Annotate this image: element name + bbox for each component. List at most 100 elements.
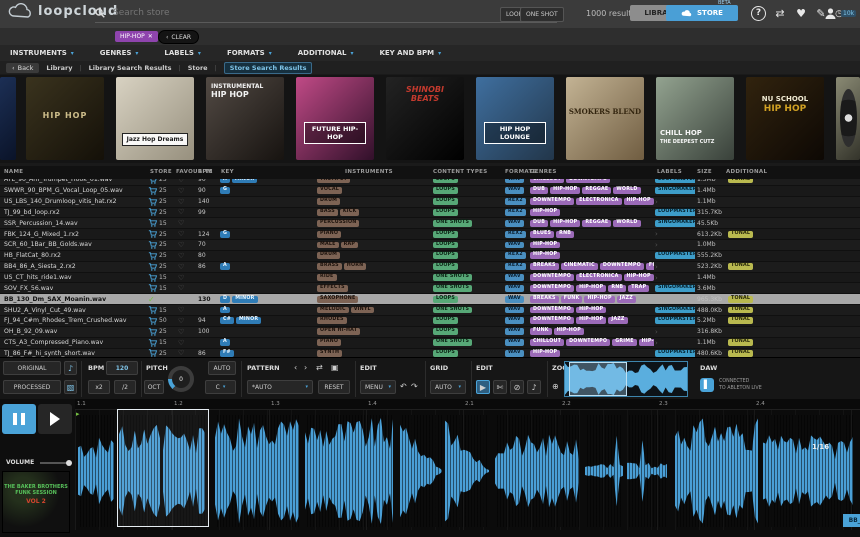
- pack-artwork[interactable]: [0, 77, 16, 160]
- breadcrumb-active[interactable]: Store Search Results: [224, 62, 313, 74]
- pack-artwork[interactable]: HIP HOP LOUNGE: [476, 77, 554, 160]
- store-cell[interactable]: 25: [148, 229, 178, 239]
- breadcrumb-item[interactable]: Store: [188, 64, 208, 72]
- overview-selection[interactable]: [569, 362, 627, 396]
- col-store[interactable]: STORE: [150, 169, 172, 175]
- pack-artwork[interactable]: SMOKERS BLEND: [566, 77, 644, 160]
- waveform-segment[interactable]: [675, 415, 758, 527]
- table-row[interactable]: FBK_124_G_Mixed_1.rx225♡124GPIANOLOOPSRE…: [0, 229, 860, 240]
- pack-artwork[interactable]: CHILL HOPTHE DEEPEST CUTZ: [656, 77, 734, 160]
- store-cell[interactable]: 15: [148, 273, 178, 283]
- expand-arrow-icon[interactable]: ›: [655, 230, 658, 238]
- favourite-heart-icon[interactable]: ♡: [178, 208, 192, 218]
- favourite-heart-icon[interactable]: ♡: [178, 179, 192, 185]
- breadcrumb-item[interactable]: Library Search Results: [89, 64, 172, 72]
- zoom-in-icon[interactable]: ⊕: [552, 382, 559, 391]
- col-instruments[interactable]: INSTRUMENTS: [345, 169, 393, 175]
- mute-tool-icon[interactable]: ⊘: [510, 380, 524, 394]
- pause-button[interactable]: [2, 404, 36, 434]
- pack-artwork[interactable]: SHINOBIBEATS: [386, 77, 464, 160]
- pitch-auto-button[interactable]: AUTO: [208, 361, 236, 375]
- store-cell[interactable]: 25: [148, 349, 178, 358]
- nav-item-additional[interactable]: ADDITIONAL▾: [298, 49, 354, 57]
- favourite-heart-icon[interactable]: ♡: [178, 316, 192, 326]
- table-row[interactable]: CTS_A3_Compressed_Piano.wav15♡APIANOONE …: [0, 338, 860, 349]
- volume-slider[interactable]: [40, 462, 70, 464]
- waveform-segment[interactable]: [627, 415, 667, 527]
- original-button[interactable]: ORIGINAL: [3, 361, 61, 375]
- table-row[interactable]: SCR_60_1Bar_BB_Golds.wav25♡70MALERAPLOOP…: [0, 240, 860, 251]
- favourite-heart-icon[interactable]: ♡: [178, 197, 192, 207]
- clear-filters-button[interactable]: ‹CLEAR: [158, 30, 199, 44]
- grid-select[interactable]: AUTO▾: [430, 380, 466, 394]
- store-cell[interactable]: 25: [148, 179, 178, 185]
- col-key[interactable]: KEY: [221, 169, 234, 175]
- col-additional[interactable]: ADDITIONAL: [726, 169, 767, 175]
- search-input[interactable]: [111, 7, 415, 19]
- nav-item-formats[interactable]: FORMATS▾: [227, 49, 272, 57]
- nav-item-key-and-bpm[interactable]: KEY AND BPM▾: [379, 49, 441, 57]
- favourite-heart-icon[interactable]: ♡: [178, 186, 192, 196]
- table-row[interactable]: SHU2_A_Vinyl_Cut_49.wav15♡AMELODICVINYLO…: [0, 305, 860, 316]
- table-row[interactable]: BB_130_Dm_SAX_Moanin.wav✓130DMINORSAXOPH…: [0, 294, 860, 305]
- col-bpm[interactable]: BPM: [198, 169, 213, 175]
- table-row[interactable]: SSR_Percussion_14.wav15♡PERCUSSIONONE SH…: [0, 218, 860, 229]
- processed-button[interactable]: PROCESSED: [3, 380, 61, 394]
- favourite-heart-icon[interactable]: ♡: [178, 327, 192, 337]
- table-row[interactable]: SOV_FX_56.wav15♡EFFECTSONE SHOTSWAVDOWNT…: [0, 283, 860, 294]
- octave-button[interactable]: OCT: [144, 380, 164, 394]
- one-shot-toggle-button[interactable]: ONE SHOT: [520, 7, 564, 22]
- favourite-heart-icon[interactable]: ♡: [178, 229, 192, 239]
- store-cell[interactable]: 15: [148, 218, 178, 228]
- edit-menu-select[interactable]: MENU▾: [360, 380, 396, 394]
- waveform-segment[interactable]: [78, 415, 114, 527]
- favourite-heart-icon[interactable]: ♡: [178, 240, 192, 250]
- col-genres[interactable]: GENRES: [530, 169, 557, 175]
- table-row[interactable]: SWWR_90_BPM_G_Vocal_Loop_05.wav25♡90GVOC…: [0, 186, 860, 197]
- scissors-tool-icon[interactable]: ✄: [493, 380, 507, 394]
- user-icon[interactable]: [824, 7, 837, 20]
- expand-arrow-icon[interactable]: ›: [655, 263, 658, 271]
- store-cell[interactable]: 50: [148, 316, 178, 326]
- col-name[interactable]: NAME: [4, 169, 23, 175]
- waveform-editor[interactable]: 1.11.21.31.42.12.22.32.4 ▸ 1/16 BB_130_D…: [75, 399, 860, 530]
- pattern-select[interactable]: *AUTO▾: [247, 380, 313, 394]
- table-row[interactable]: US_LBS_140_Drumloop_vitis_hat.rx225♡140D…: [0, 197, 860, 208]
- expand-arrow-icon[interactable]: ›: [655, 274, 658, 282]
- favourite-heart-icon[interactable]: ♡: [178, 218, 192, 228]
- back-button[interactable]: ‹Back: [6, 63, 39, 73]
- col-size[interactable]: SIZE: [697, 169, 712, 175]
- waveform-overview[interactable]: [564, 361, 688, 397]
- store-cell[interactable]: 25: [148, 251, 178, 261]
- bpm-div2-button[interactable]: /2: [114, 380, 136, 394]
- nav-item-instruments[interactable]: INSTRUMENTS▾: [10, 49, 74, 57]
- bpm-x2-button[interactable]: x2: [88, 380, 110, 394]
- table-row[interactable]: FJ_94_C#m_Rhodes_Trem_Crushed.wav50♡94C#…: [0, 316, 860, 327]
- store-cell[interactable]: 15: [148, 283, 178, 293]
- table-row[interactable]: HB_FlatCat_80.rx225♡80DRUMLOOPSREX2HIP-H…: [0, 251, 860, 262]
- monitor-icon[interactable]: ♪: [64, 361, 77, 375]
- store-cell[interactable]: 25: [148, 208, 178, 218]
- store-button[interactable]: STORE: [666, 5, 738, 21]
- favourite-heart-icon[interactable]: ♡: [178, 349, 192, 358]
- favourite-heart-icon[interactable]: ♡: [178, 251, 192, 261]
- store-cell[interactable]: 25: [148, 197, 178, 207]
- pack-artwork[interactable]: NU SCHOOLHIP HOP: [746, 77, 824, 160]
- chip-close-icon[interactable]: ✕: [148, 33, 153, 40]
- table-row[interactable]: US_CT_hits_ride1.wav15♡RIDEONE SHOTSWAVD…: [0, 273, 860, 284]
- waveform-segment[interactable]: [445, 415, 489, 527]
- key-select[interactable]: C▾: [205, 380, 236, 394]
- pattern-prev-icon[interactable]: ‹: [294, 363, 297, 372]
- pack-artwork[interactable]: HIP HOP: [26, 77, 104, 160]
- favourite-heart-icon[interactable]: ♡: [178, 262, 192, 272]
- store-cell[interactable]: 25: [148, 327, 178, 337]
- shuffle-icon[interactable]: ⇄: [772, 6, 788, 22]
- pack-artwork[interactable]: Jazz Hop Dreams: [116, 77, 194, 160]
- expand-arrow-icon[interactable]: ›: [655, 241, 658, 249]
- pack-artwork[interactable]: FUTURE HIP-HOP: [296, 77, 374, 160]
- expand-arrow-icon[interactable]: ›: [655, 339, 658, 347]
- favourite-heart-icon[interactable]: ♡: [178, 305, 192, 315]
- store-cell[interactable]: 15: [148, 338, 178, 348]
- waveform-segment[interactable]: [585, 415, 623, 527]
- waveform-segment[interactable]: [495, 415, 579, 527]
